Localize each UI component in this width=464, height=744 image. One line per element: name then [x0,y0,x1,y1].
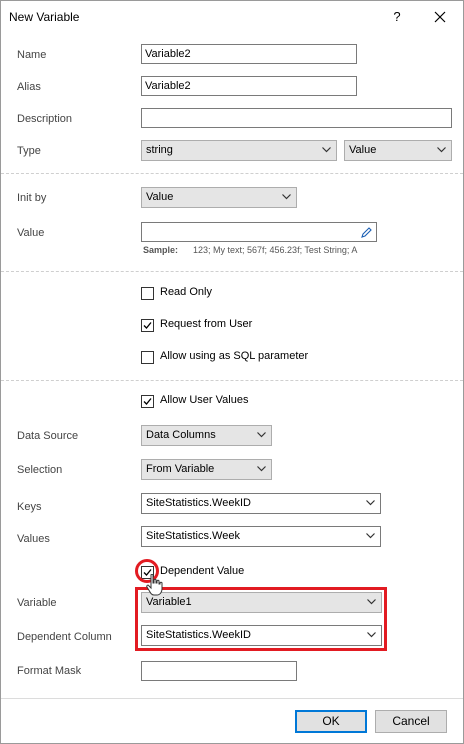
footer-divider [1,698,463,699]
name-label: Name [17,49,47,61]
sample-text: 123; My text; 567f; 456.23f; Test String… [193,245,358,255]
checkbox-box[interactable] [141,287,154,300]
selection-label: Selection [17,464,63,476]
request-from-user-label: Request from User [160,318,253,330]
checkmark-icon [143,322,152,329]
chevron-down-icon [257,432,266,438]
data-source-select[interactable]: Data Columns [141,425,272,446]
values-label: Values [17,533,50,545]
highlight-rectangle [135,587,387,651]
name-field[interactable]: Variable2 [141,44,357,64]
chevron-down-icon [257,466,266,472]
title-bar: New Variable ? [1,1,463,33]
allow-user-values-label: Allow User Values [160,394,249,406]
description-label: Description [17,113,73,125]
format-mask-label: Format Mask [17,665,82,677]
type-label: Type [17,145,41,157]
chevron-down-icon [437,147,446,153]
dependent-column-label: Dependent Column [17,631,112,643]
request-from-user-checkbox[interactable]: Request from User [141,318,341,335]
sample-label: Sample: [143,245,179,255]
checkbox-box[interactable] [141,319,154,332]
dependent-value-checkbox[interactable]: Dependent Value [141,565,341,582]
init-by-value: Value [146,191,174,203]
chevron-down-icon [322,147,331,153]
alias-label: Alias [17,81,41,93]
separator [1,173,463,174]
chevron-down-icon [366,533,375,539]
read-only-checkbox[interactable]: Read Only [141,286,341,303]
dependent-value-label: Dependent Value [160,565,245,577]
dialog-title: New Variable [9,10,80,24]
close-button[interactable] [428,6,452,28]
type-select[interactable]: string [141,140,337,161]
selection-select[interactable]: From Variable [141,459,272,480]
chevron-down-icon [366,500,375,506]
data-source-label: Data Source [17,430,79,442]
type-kind-select[interactable]: Value [344,140,452,161]
hand-cursor-icon [146,574,163,596]
close-icon [434,11,446,23]
allow-user-values-checkbox[interactable]: Allow User Values [141,394,341,411]
checkmark-icon [143,398,152,405]
description-field[interactable] [141,108,452,128]
ok-button[interactable]: OK [295,710,367,733]
data-source-value: Data Columns [146,429,216,441]
separator [1,271,463,272]
values-select[interactable]: SiteStatistics.Week [141,526,381,547]
separator [1,380,463,381]
help-button[interactable]: ? [386,6,408,28]
allow-sql-checkbox[interactable]: Allow using as SQL parameter [141,350,361,367]
type-kind-value: Value [349,144,377,156]
selection-value: From Variable [146,463,215,475]
init-by-label: Init by [17,192,47,204]
pencil-icon[interactable] [361,227,372,238]
value-field[interactable] [141,222,377,242]
keys-value: SiteStatistics.WeekID [146,497,251,509]
checkbox-box[interactable] [141,395,154,408]
values-value: SiteStatistics.Week [146,530,240,542]
type-select-value: string [146,144,173,156]
new-variable-dialog: New Variable ? Name Variable2 Alias Vari… [0,0,464,744]
checkbox-box[interactable] [141,351,154,364]
format-mask-field[interactable] [141,661,297,681]
alias-field[interactable]: Variable2 [141,76,357,96]
init-by-select[interactable]: Value [141,187,297,208]
allow-sql-label: Allow using as SQL parameter [160,350,309,362]
keys-select[interactable]: SiteStatistics.WeekID [141,493,381,514]
variable-label: Variable [17,597,57,609]
keys-label: Keys [17,501,42,513]
value-label: Value [17,227,45,239]
cancel-button[interactable]: Cancel [375,710,447,733]
read-only-label: Read Only [160,286,212,298]
chevron-down-icon [282,194,291,200]
